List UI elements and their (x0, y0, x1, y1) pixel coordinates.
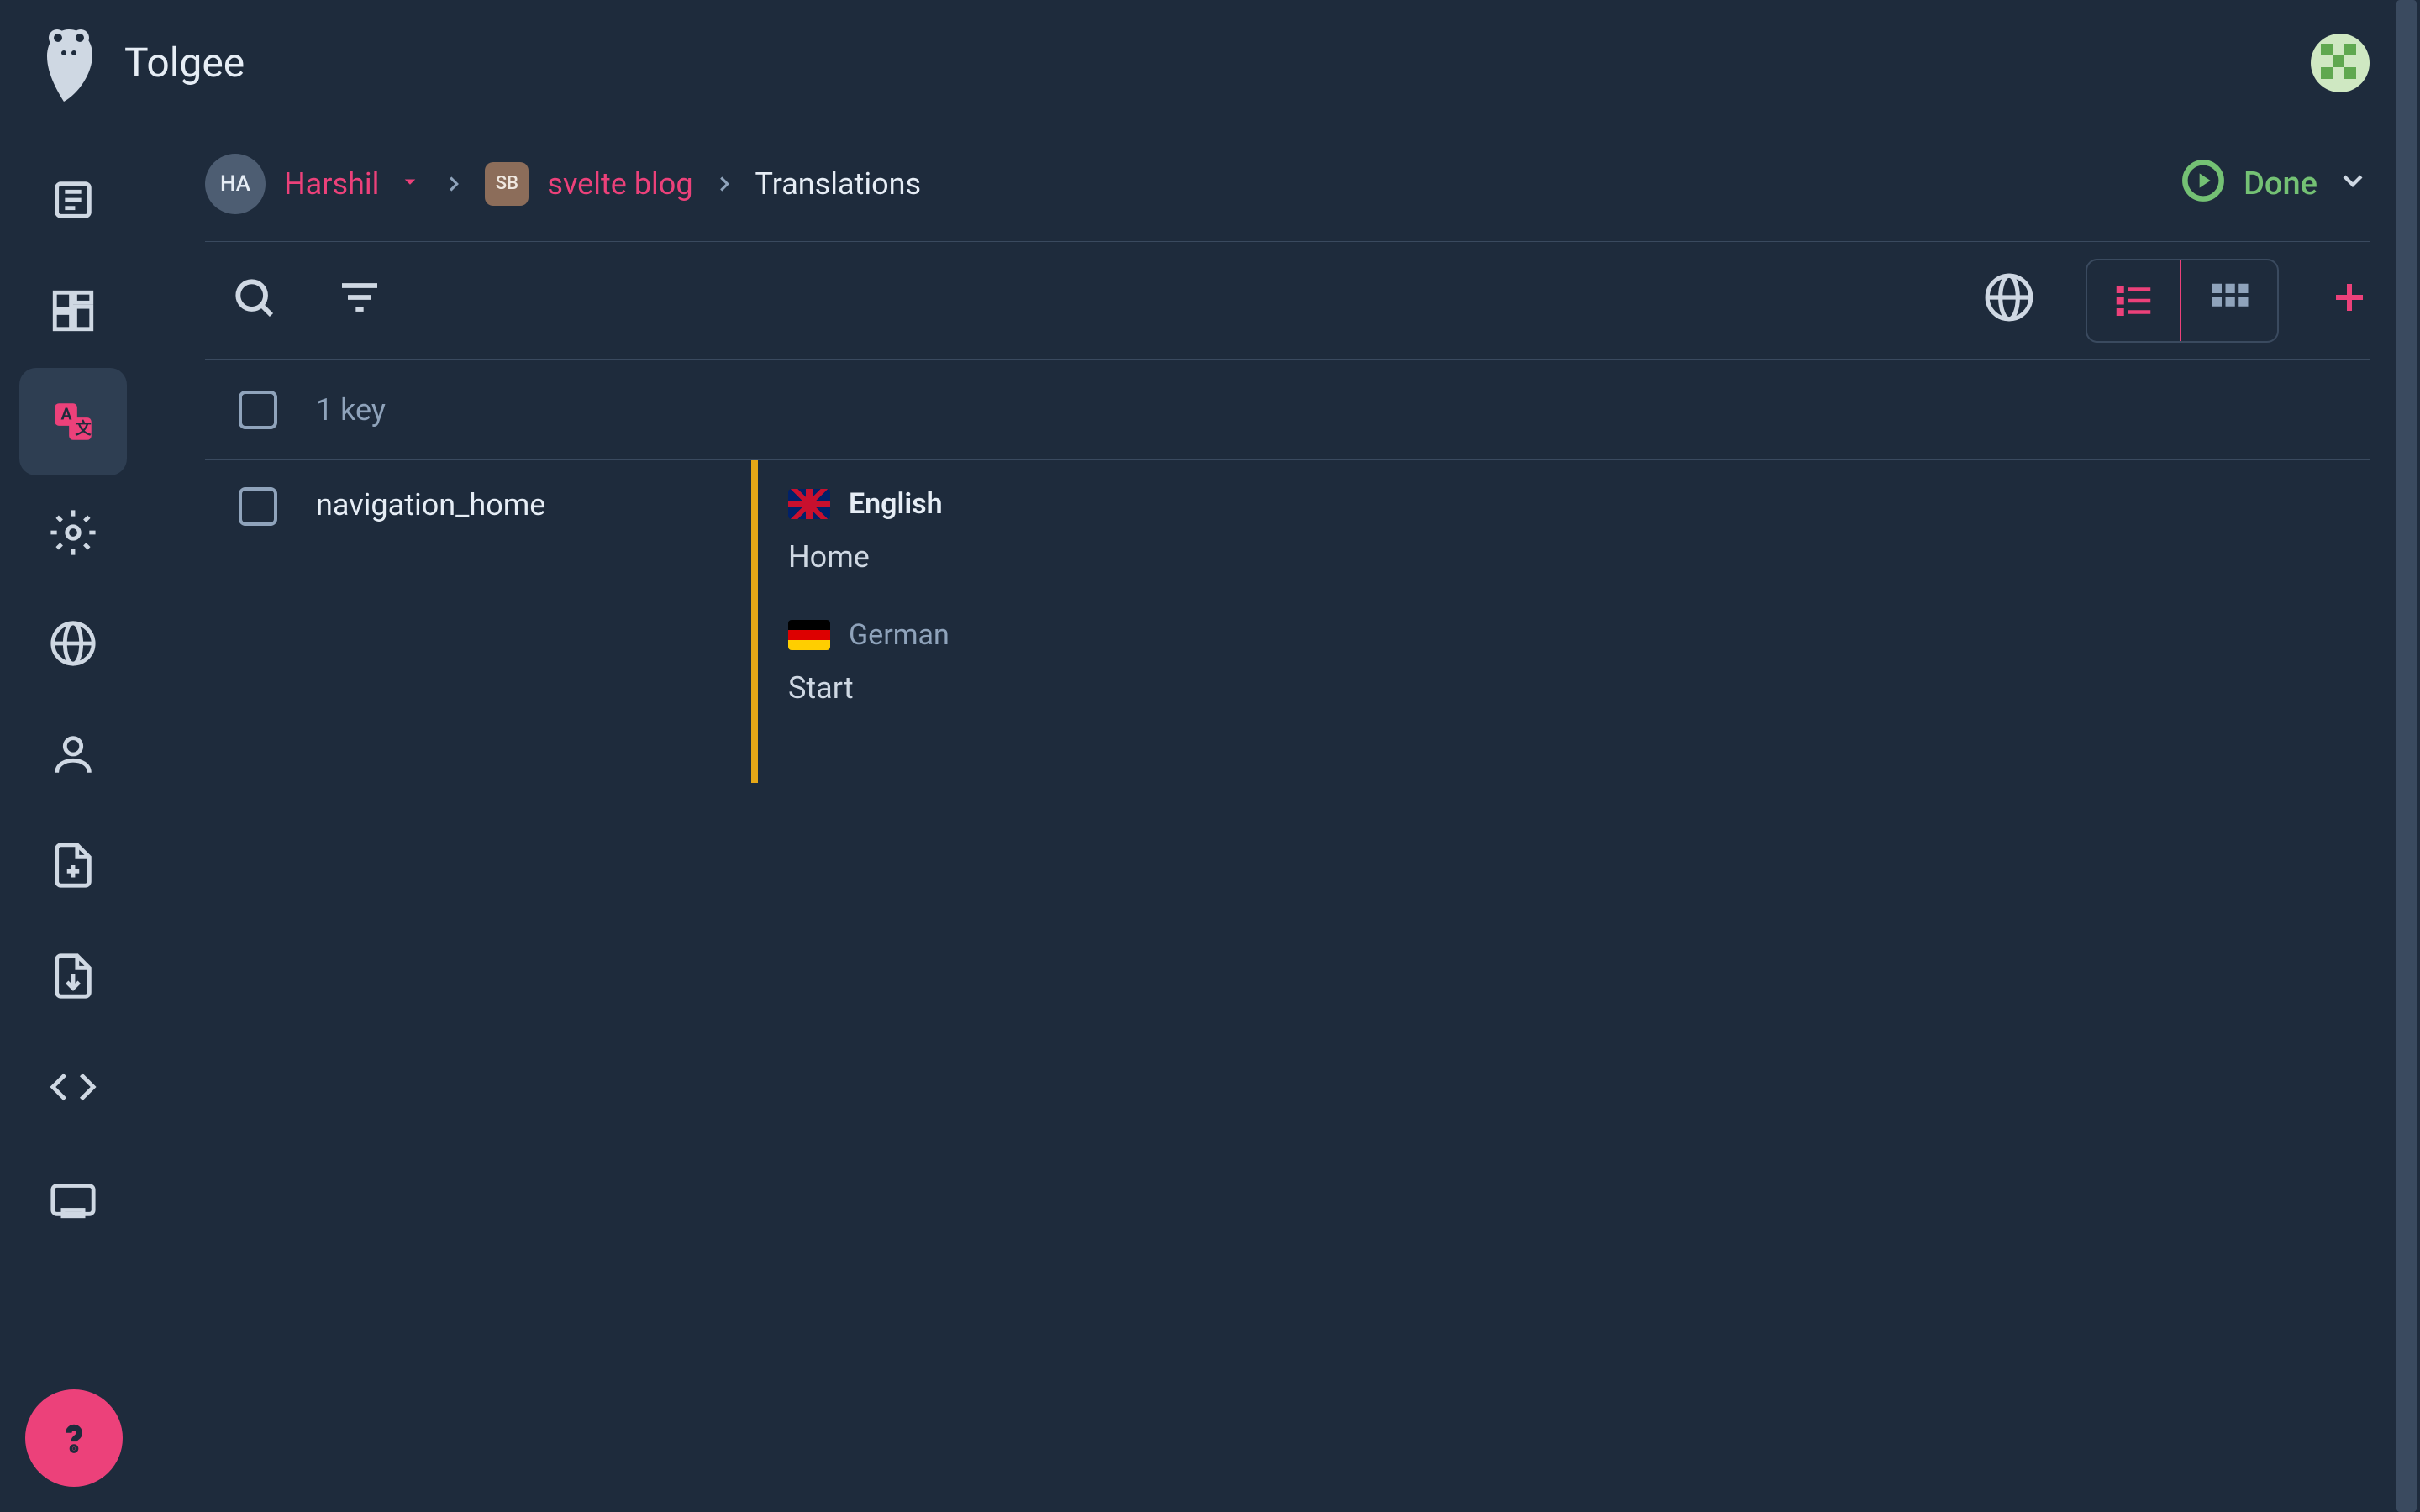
toolbar (205, 242, 2370, 360)
chevron-right-icon (441, 171, 466, 197)
logo-icon (35, 21, 103, 105)
scrollbar-track[interactable] (2393, 0, 2420, 1512)
brand[interactable]: Tolgee (35, 21, 245, 105)
translation-cell[interactable]: English Home (788, 487, 2370, 575)
translation-value[interactable]: Start (788, 670, 2370, 706)
key-name[interactable]: navigation_home (316, 487, 545, 522)
breadcrumb-user[interactable]: Harshil (284, 166, 379, 202)
translation-value[interactable]: Home (788, 539, 2370, 575)
translation-cell[interactable]: German Start (788, 618, 2370, 706)
chevron-right-icon (712, 171, 737, 197)
help-button[interactable] (25, 1389, 123, 1487)
sidebar-item-settings[interactable] (19, 479, 127, 586)
user-avatar[interactable] (2311, 34, 2370, 92)
search-icon[interactable] (230, 274, 277, 327)
sidebar: A文 (0, 126, 146, 1512)
topbar: Tolgee (0, 0, 2420, 126)
flag-de-icon (788, 620, 830, 650)
sidebar-item-languages[interactable] (19, 590, 127, 697)
sidebar-item-import[interactable] (19, 811, 127, 919)
status-label: Done (2244, 165, 2317, 202)
sidebar-item-integrations[interactable] (19, 1144, 127, 1252)
translation-cells: English Home German Start (751, 460, 2370, 783)
grid-view-button[interactable] (2181, 260, 2277, 341)
row-checkbox[interactable] (239, 487, 277, 526)
breadcrumb: HA Harshil SB svelte blog Translations (205, 154, 921, 214)
status-group[interactable]: Done (2181, 159, 2370, 208)
language-name: English (849, 487, 943, 521)
globe-icon[interactable] (1983, 271, 2035, 329)
play-circle-icon (2181, 159, 2225, 208)
sidebar-item-developer[interactable] (19, 1033, 127, 1141)
key-count: 1 key (316, 392, 386, 428)
flag-uk-icon (788, 489, 830, 519)
caret-down-icon[interactable] (397, 166, 423, 202)
language-name: German (849, 618, 950, 652)
sidebar-item-translations[interactable]: A文 (19, 368, 127, 475)
breadcrumb-project[interactable]: svelte blog (547, 166, 692, 202)
count-row: 1 key (205, 360, 2370, 460)
add-button[interactable] (2329, 277, 2370, 323)
svg-text:A: A (61, 405, 72, 424)
sidebar-item-members[interactable] (19, 701, 127, 808)
breadcrumb-project-badge[interactable]: SB (485, 162, 529, 206)
sidebar-item-dashboard[interactable] (19, 257, 127, 365)
breadcrumb-current: Translations (755, 166, 922, 202)
main: HA Harshil SB svelte blog Translations D… (146, 126, 2420, 1512)
list-view-button[interactable] (2086, 259, 2181, 343)
sidebar-item-projects[interactable] (19, 146, 127, 254)
table-row[interactable]: navigation_home English Home German Star… (205, 460, 2370, 783)
breadcrumb-user-avatar[interactable]: HA (205, 154, 266, 214)
filter-icon[interactable] (336, 274, 383, 327)
sidebar-item-export[interactable] (19, 922, 127, 1030)
scrollbar-thumb[interactable] (2396, 0, 2417, 1512)
view-toggle (2086, 259, 2279, 343)
brand-name: Tolgee (124, 39, 245, 87)
svg-text:文: 文 (75, 419, 92, 438)
select-all-checkbox[interactable] (239, 391, 277, 429)
chevron-down-icon[interactable] (2336, 164, 2370, 203)
